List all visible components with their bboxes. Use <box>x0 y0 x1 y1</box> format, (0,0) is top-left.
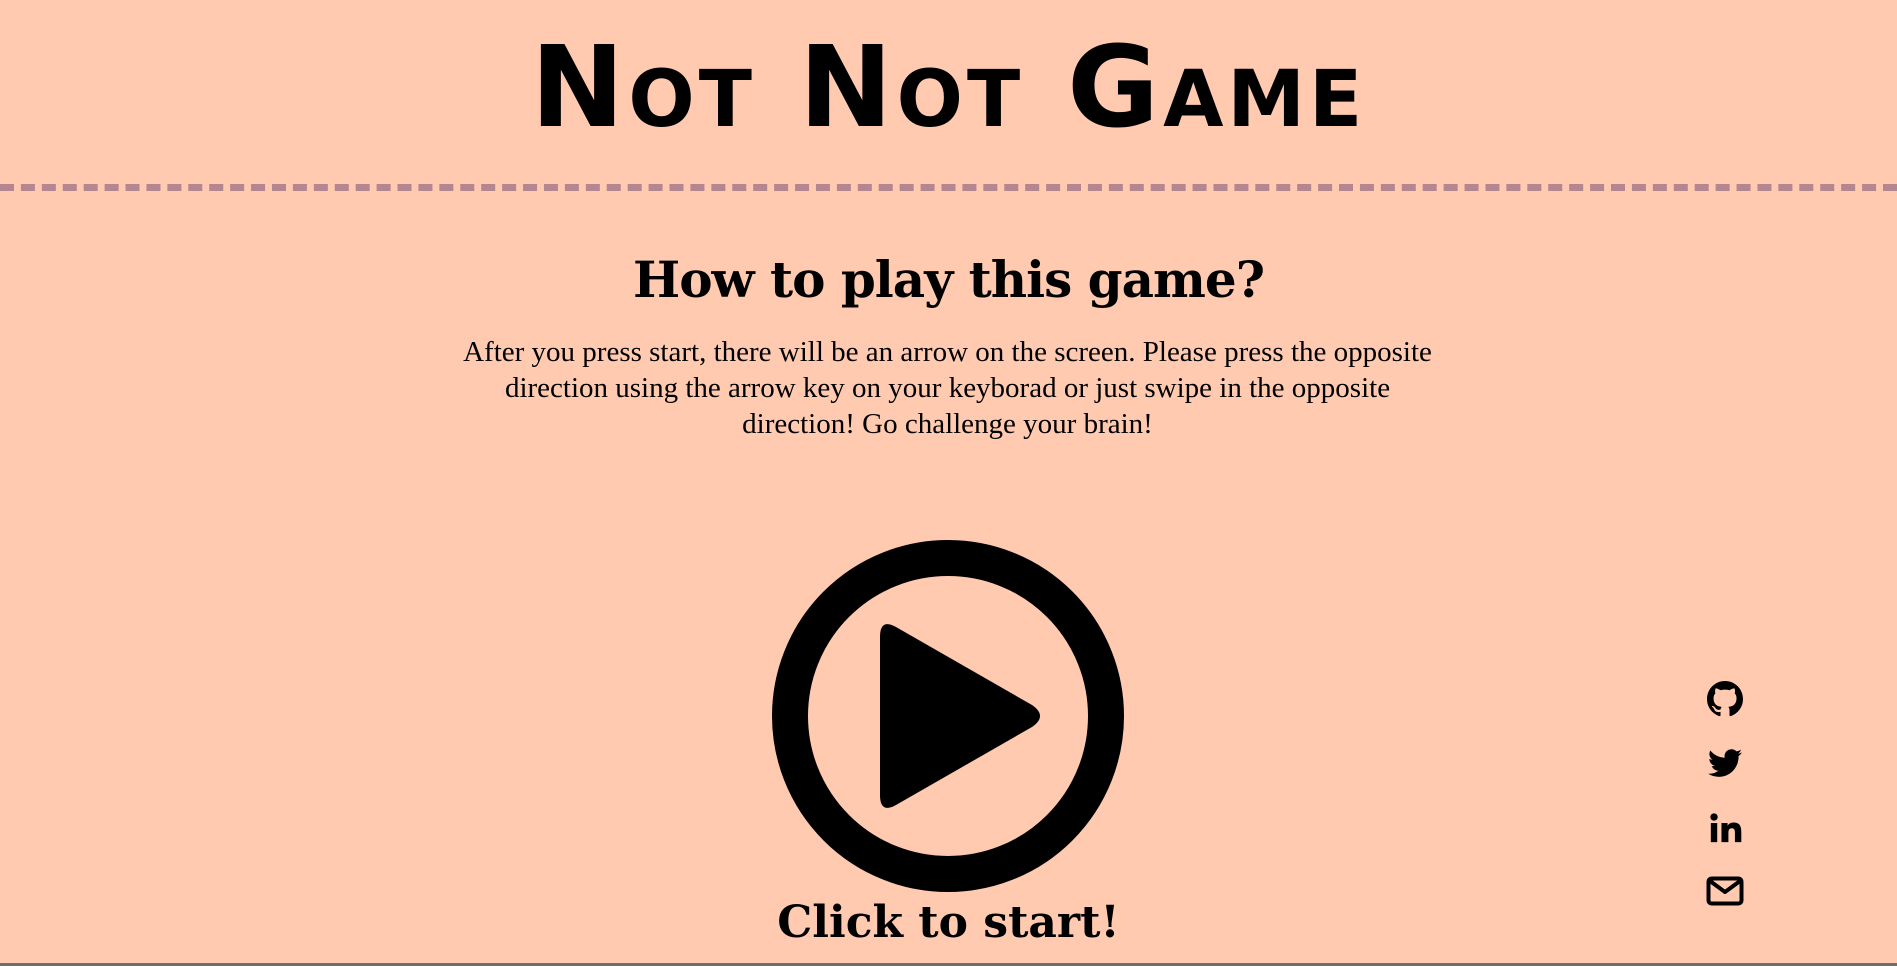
start-button[interactable] <box>770 538 1126 894</box>
github-icon <box>1707 681 1743 717</box>
twitter-link[interactable] <box>1700 746 1750 796</box>
page-header: Not Not Game <box>0 0 1897 186</box>
twitter-icon <box>1708 749 1742 777</box>
mail-icon <box>1706 876 1744 906</box>
play-circle-icon <box>772 540 1124 892</box>
github-link[interactable] <box>1700 681 1750 731</box>
linkedin-link[interactable] <box>1700 811 1750 861</box>
linkedin-icon <box>1710 813 1742 843</box>
dashed-divider <box>0 184 1897 191</box>
social-links <box>1700 674 1750 941</box>
start-label[interactable]: Click to start! <box>0 893 1897 953</box>
game-title: Not Not Game <box>530 23 1367 153</box>
instructions-heading: How to play this game? <box>632 250 1265 309</box>
instructions-text: After you press start, there will be an … <box>463 336 1432 440</box>
email-link[interactable] <box>1700 876 1750 926</box>
